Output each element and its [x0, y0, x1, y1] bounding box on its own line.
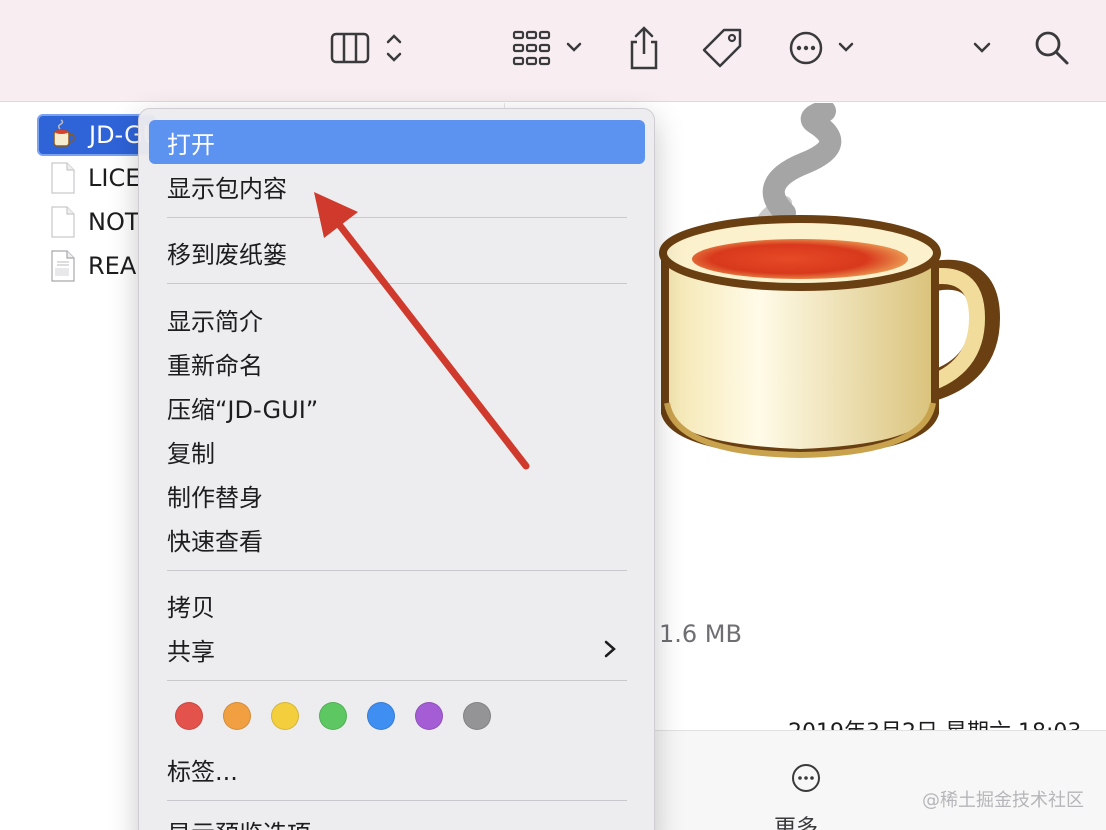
watermark: @稀土掘金技术社区	[922, 790, 1084, 811]
tag-color-red[interactable]	[175, 702, 203, 730]
file-name: REA	[88, 252, 137, 280]
file-name: LICE	[88, 164, 141, 192]
menu-separator	[167, 217, 627, 218]
menu-item-duplicate[interactable]: 复制	[149, 429, 645, 473]
menu-item-compress[interactable]: 压缩“JD-GUI”	[149, 385, 645, 429]
menu-item-copy[interactable]: 拷贝	[149, 583, 645, 627]
toolbar-overflow-button[interactable]	[966, 22, 998, 74]
menu-separator	[167, 570, 627, 571]
file-item[interactable]: NOT	[50, 202, 140, 242]
group-by-button[interactable]	[510, 22, 590, 74]
tag-icon	[702, 28, 742, 68]
menu-item-tags[interactable]: 标签...	[149, 747, 645, 791]
tag-color-blue[interactable]	[367, 702, 395, 730]
search-button[interactable]	[1032, 22, 1072, 74]
chevron-down-icon	[973, 42, 991, 53]
menu-separator	[167, 800, 627, 801]
chevron-right-icon	[604, 640, 616, 658]
menu-item-share[interactable]: 共享	[149, 627, 645, 671]
menu-item-move-to-trash[interactable]: 移到废纸篓	[149, 230, 645, 274]
file-name: NOT	[88, 208, 140, 236]
tag-color-yellow[interactable]	[271, 702, 299, 730]
menu-item-rename[interactable]: 重新命名	[149, 341, 645, 385]
menu-item-show-package-contents[interactable]: 显示包内容	[149, 164, 645, 208]
finder-toolbar	[0, 0, 1106, 102]
tag-button[interactable]	[698, 22, 746, 74]
menu-item-quick-look[interactable]: 快速查看	[149, 517, 645, 561]
tag-color-purple[interactable]	[415, 702, 443, 730]
search-icon	[1035, 31, 1069, 65]
file-size: 1.6 MB	[659, 620, 742, 648]
context-menu: 打开 显示包内容 移到废纸篓 显示简介 重新命名 压缩“JD-GUI” 复制 制…	[138, 108, 655, 830]
menu-separator	[167, 680, 627, 681]
markdown-file-icon	[51, 250, 75, 282]
file-item[interactable]: LICE	[50, 158, 140, 198]
document-icon	[51, 162, 75, 194]
menu-separator	[167, 283, 627, 284]
file-item[interactable]: REA	[50, 246, 136, 286]
more-label[interactable]: 更多	[774, 810, 818, 830]
more-button-icon[interactable]	[790, 762, 822, 794]
more-actions-icon	[789, 31, 854, 65]
menu-item-make-alias[interactable]: 制作替身	[149, 473, 645, 517]
menu-item-get-info[interactable]: 显示简介	[149, 297, 645, 341]
menu-item-show-preview-options[interactable]: 显示预览选项	[149, 809, 645, 830]
menu-item-open[interactable]: 打开	[149, 120, 645, 164]
tag-color-green[interactable]	[319, 702, 347, 730]
columns-view-icon	[330, 32, 402, 64]
share-button[interactable]	[622, 22, 666, 74]
share-icon	[630, 26, 658, 70]
tag-color-gray[interactable]	[463, 702, 491, 730]
tag-color-orange[interactable]	[223, 702, 251, 730]
java-app-icon	[53, 119, 75, 147]
grid-view-icon	[512, 30, 582, 66]
column-view-button[interactable]	[328, 22, 408, 74]
document-icon	[51, 206, 75, 238]
action-menu-button[interactable]	[786, 22, 858, 74]
